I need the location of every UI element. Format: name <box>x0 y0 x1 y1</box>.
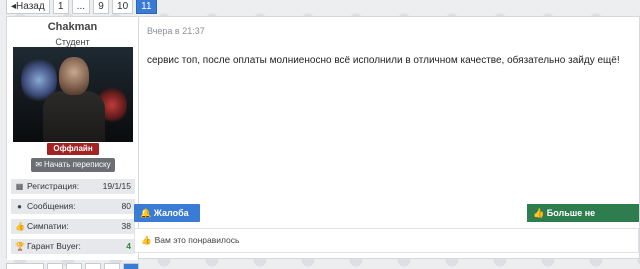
post-message-area: Вчера в 21:37 сервис топ, после оплаты м… <box>134 17 639 260</box>
stat-label: Сообщения: <box>27 201 76 211</box>
stat-value: 19/1/15 <box>102 181 131 191</box>
stat-messages: ● Сообщения: 80 <box>11 199 135 214</box>
page-link[interactable] <box>66 263 82 269</box>
page-link-10[interactable]: 10 <box>112 0 134 14</box>
trophy-icon: 🏆 <box>15 242 25 251</box>
author-title: Студент <box>55 37 90 47</box>
calendar-icon: ▦ <box>15 182 24 191</box>
stat-value: 4 <box>126 241 131 251</box>
page-link[interactable] <box>47 263 63 269</box>
prev-page-button[interactable]: ◂Назад <box>6 0 50 14</box>
author-stats: ▦ Регистрация: 19/1/15 ● Сообщения: 80 👍 Си… <box>11 179 135 259</box>
page-link[interactable] <box>85 263 101 269</box>
post-message-text: сервис топ, после оплаты молниеносно всё… <box>147 55 620 66</box>
likes-text: Вам это понравилось <box>154 235 240 245</box>
avatar-decor <box>59 57 89 95</box>
stat-value: 80 <box>121 201 131 211</box>
likes-summary: 👍 Вам это понравилось <box>134 228 639 253</box>
start-conversation-label: Начать переписку <box>44 160 111 169</box>
stat-label: Симпатии: <box>27 221 69 231</box>
page-link-current[interactable] <box>123 263 139 269</box>
author-username[interactable]: Chakman <box>7 21 138 33</box>
stat-likes: 👍 Симпатии: 38 <box>11 219 135 234</box>
thumbs-up-icon: 👍 <box>533 208 545 218</box>
stat-label: Гарант Buyer: <box>27 241 81 251</box>
status-badge: Оффлайн <box>47 143 99 155</box>
prev-page-button[interactable] <box>6 263 44 269</box>
report-label: Жалоба <box>153 208 189 218</box>
avatar[interactable] <box>13 47 133 142</box>
page-link-11-current[interactable]: 11 <box>136 0 157 14</box>
page-link-1[interactable]: 1 <box>52 0 69 14</box>
stat-value: 38 <box>121 221 131 231</box>
pagination-top: ◂Назад 1 ... 9 10 11 <box>6 0 157 14</box>
stat-registration: ▦ Регистрация: 19/1/15 <box>11 179 135 194</box>
stat-label: Регистрация: <box>27 181 80 191</box>
envelope-icon: ✉ <box>35 160 43 169</box>
thumbs-up-icon: 👍 <box>15 222 25 231</box>
thumbs-up-icon: 👍 <box>141 235 152 245</box>
post-author-panel: Chakman Студент Оффлайн ✉ Начать переписк… <box>7 17 139 260</box>
page-ellipsis[interactable]: ... <box>71 0 91 14</box>
avatar-decor <box>43 91 105 142</box>
post-date[interactable]: Вчера в 21:37 <box>147 26 205 36</box>
report-button[interactable]: 🔔 Жалоба <box>134 204 200 222</box>
comment-icon: ● <box>17 202 22 211</box>
stat-guarant: 🏆 Гарант Buyer: 4 <box>11 239 135 254</box>
unlike-button[interactable]: 👍 Больше не нравится <box>527 204 639 236</box>
page-link-9[interactable]: 9 <box>93 0 110 14</box>
bell-icon: 🔔 <box>140 208 152 218</box>
pagination-bottom <box>6 263 139 269</box>
page-link[interactable] <box>104 263 120 269</box>
start-conversation-button[interactable]: ✉ Начать переписку <box>31 158 115 172</box>
forum-post: Chakman Студент Оффлайн ✉ Начать переписк… <box>6 16 640 260</box>
